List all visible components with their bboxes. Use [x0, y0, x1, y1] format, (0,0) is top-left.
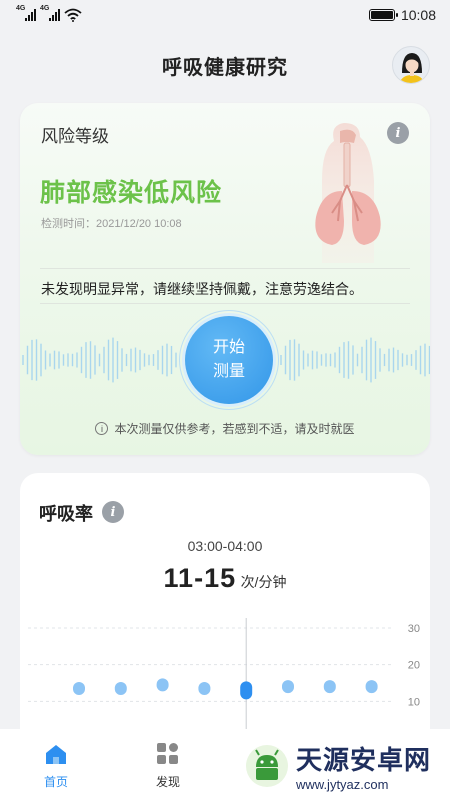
risk-card: 风险等级 i 肺部感染低风险 检测时间：2021/12/20 10:08 未发现…: [20, 103, 430, 455]
discover-icon: [157, 743, 178, 764]
y-tick-label: 20: [408, 660, 420, 672]
lungs-illustration: [315, 123, 381, 263]
clock: 10:08: [400, 7, 436, 23]
check-time: 检测时间：2021/12/20 10:08: [41, 218, 182, 230]
start-measure-button[interactable]: 开始 测量: [179, 310, 279, 410]
divider: [40, 268, 410, 269]
tab-discover-label: 发现: [155, 775, 180, 789]
respiratory-rate-chart[interactable]: 30 20 10: [28, 618, 422, 738]
watermark-text: 天源安卓网 www.jytyaz.com: [296, 740, 431, 792]
cellular-signal-icon: 4G: [16, 5, 36, 21]
data-point[interactable]: [282, 680, 294, 694]
network-type-label: 4G: [40, 5, 50, 12]
info-icon[interactable]: i: [102, 501, 124, 523]
wifi-icon: [64, 8, 82, 22]
watermark: 天源安卓网 www.jytyaz.com: [244, 738, 444, 794]
rate-card-title: 呼吸率: [39, 504, 93, 524]
android-logo-icon: [246, 745, 288, 787]
risk-card-title: 风险等级: [41, 127, 109, 146]
watermark-name: 天源安卓网: [296, 746, 432, 776]
tab-discover[interactable]: 发现: [112, 729, 224, 800]
status-right: 10:08: [368, 7, 436, 23]
data-point[interactable]: [365, 680, 378, 694]
cellular-signal-icon: 4G: [40, 5, 60, 21]
battery-icon: [368, 9, 398, 21]
data-point[interactable]: [156, 678, 169, 692]
sound-wave-left: [22, 337, 177, 383]
rate-value: 11-15: [163, 563, 237, 593]
rate-value-row: 11-15 次/分钟: [20, 563, 430, 594]
data-point[interactable]: [73, 682, 85, 695]
info-icon: i: [95, 422, 109, 435]
sound-wave-right: [280, 337, 430, 383]
app-header: 呼吸健康研究: [0, 40, 450, 90]
y-tick-label: 30: [408, 623, 420, 635]
page-title: 呼吸健康研究: [162, 56, 288, 79]
measure-label-line1: 开始: [212, 339, 245, 356]
disclaimer-text: 本次测量仅供参考，若感到不适，请及时就医: [114, 422, 355, 436]
start-measure-button-inner[interactable]: 开始 测量: [185, 316, 273, 404]
home-icon: [46, 745, 66, 764]
data-point[interactable]: [323, 680, 336, 694]
data-point[interactable]: [114, 682, 127, 695]
divider: [40, 303, 410, 304]
disclaimer: i 本次测量仅供参考，若感到不适，请及时就医: [20, 420, 430, 437]
data-point[interactable]: [198, 682, 211, 695]
measure-label-line2: 测量: [212, 363, 245, 380]
user-avatar[interactable]: [392, 46, 430, 84]
status-bar: 4G 4G 10:08: [0, 0, 450, 30]
watermark-url: www.jytyaz.com: [296, 777, 389, 792]
advice-text: 未发现明显异常，请继续坚持佩戴，注意劳逸结合。: [41, 281, 363, 297]
y-tick-label: 10: [408, 696, 420, 708]
network-type-label: 4G: [16, 5, 26, 12]
data-point-selected[interactable]: [240, 681, 253, 700]
status-left: 4G 4G: [16, 5, 82, 22]
rate-unit: 次/分钟: [240, 574, 287, 590]
tab-home[interactable]: 首页: [0, 729, 112, 800]
tab-home-label: 首页: [43, 775, 68, 789]
time-range: 03:00-04:00: [187, 538, 263, 554]
risk-level: 肺部感染低风险: [40, 179, 223, 207]
